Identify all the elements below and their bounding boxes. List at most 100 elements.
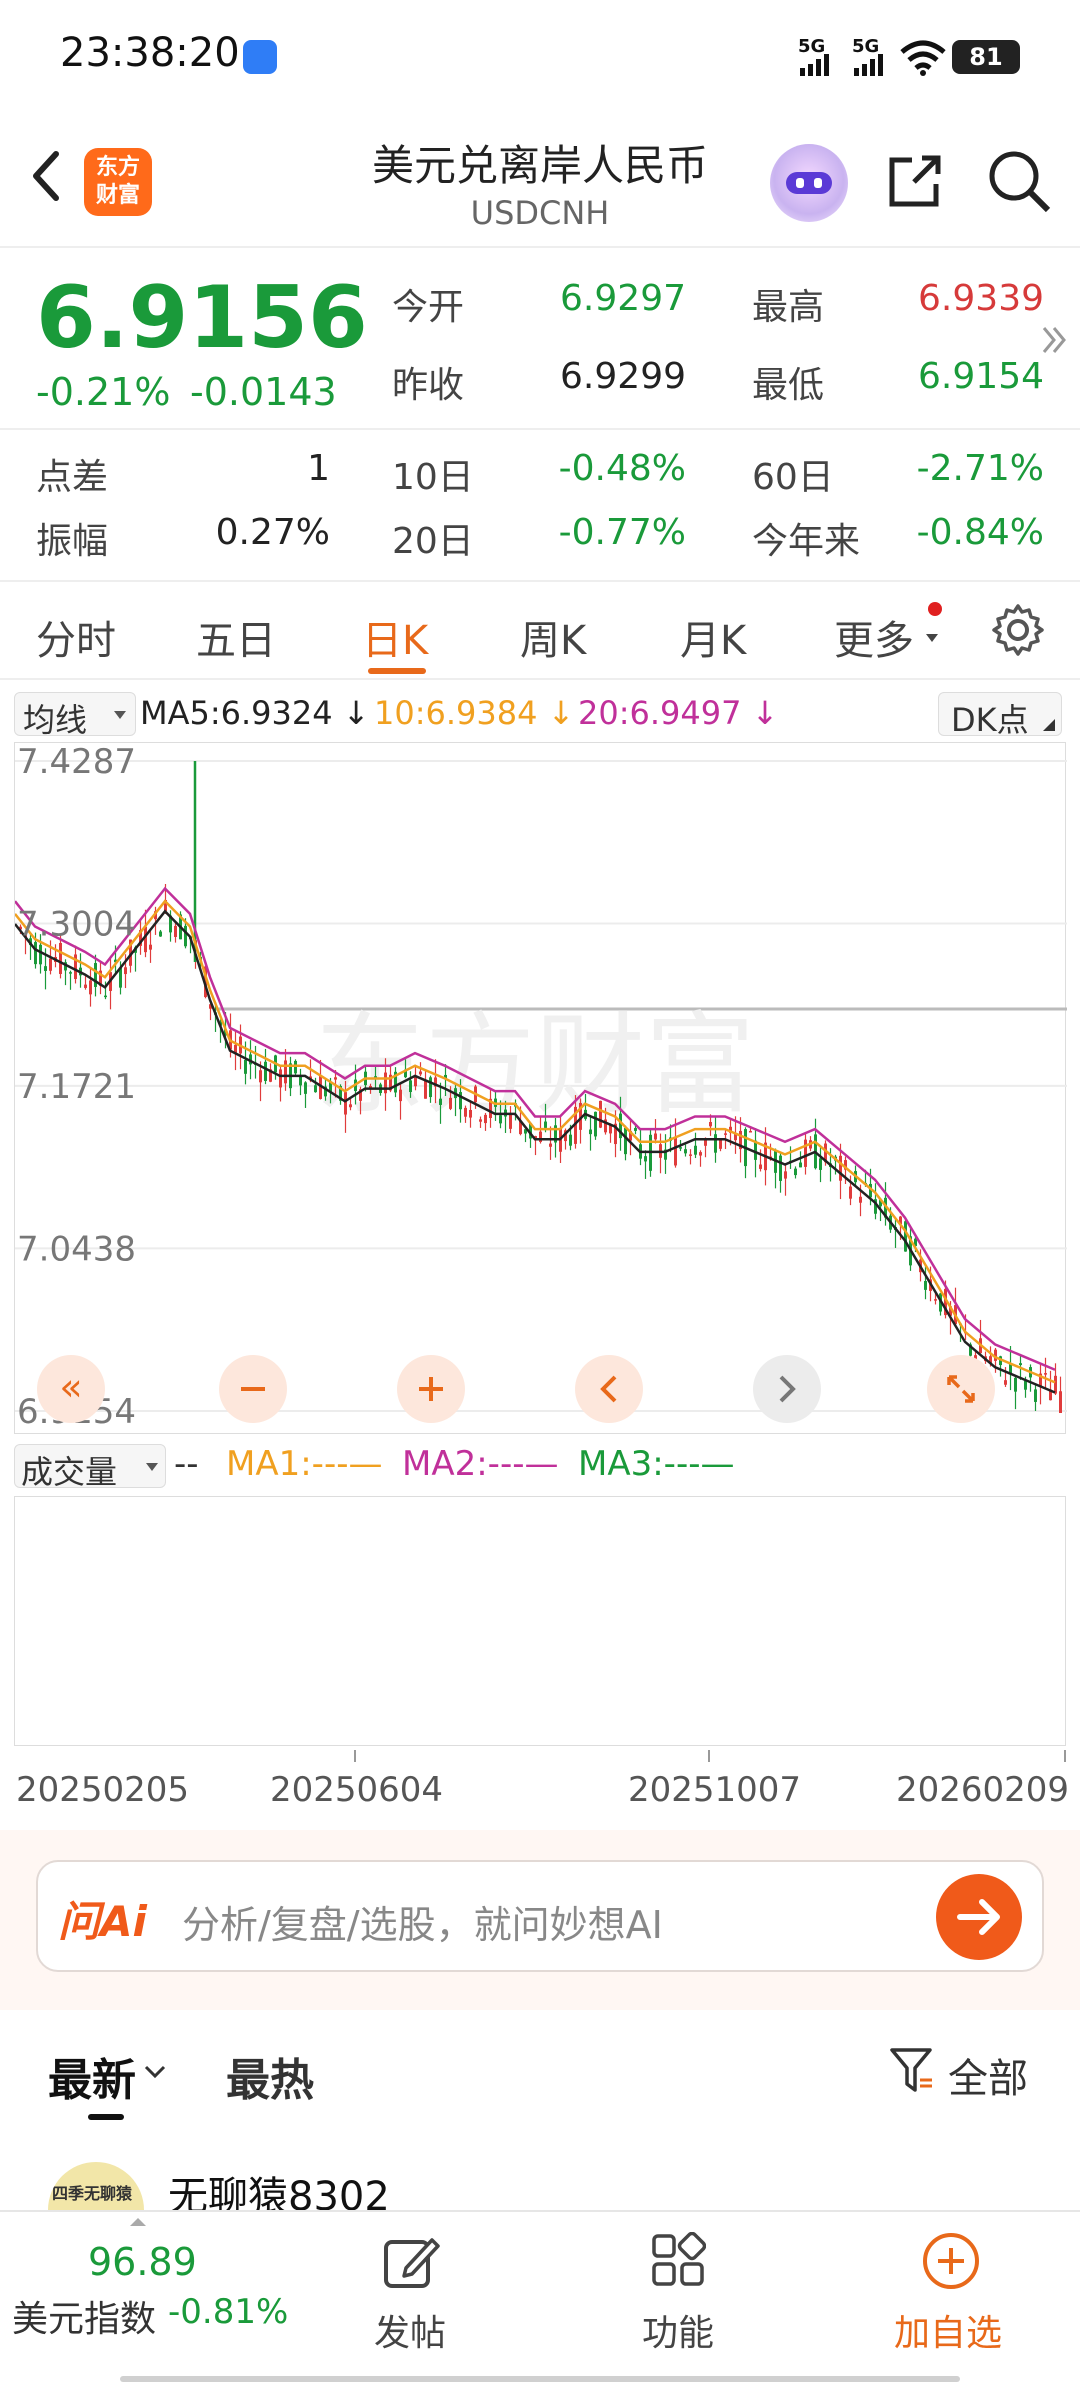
- candle-body: [779, 1155, 782, 1181]
- tab-timeshare[interactable]: 分时: [36, 608, 116, 666]
- candle-body: [89, 980, 92, 995]
- candle-body: [1004, 1380, 1007, 1385]
- index-value: 96.89: [88, 2240, 197, 2284]
- candle-body: [469, 1109, 472, 1118]
- expand-right-icon[interactable]: [1040, 322, 1070, 358]
- header-bar: 东方 财富 美元兑离岸人民币 USDCNH: [0, 110, 1080, 248]
- search-icon[interactable]: [986, 148, 1052, 214]
- candle-body: [429, 1077, 432, 1098]
- 60d-value: -2.71%: [916, 448, 1044, 489]
- settings-gear-icon[interactable]: [990, 602, 1046, 658]
- filter-icon[interactable]: [888, 2046, 934, 2096]
- candle-body: [149, 944, 152, 950]
- change-value: -0.0143: [190, 370, 337, 414]
- candle-body: [1059, 1391, 1062, 1414]
- date-axis: 20250205 20250604 20251007 20260209: [0, 1750, 1080, 1830]
- vol-ma3: MA3:---—: [578, 1444, 735, 1484]
- change-percent: -0.21%: [36, 370, 171, 414]
- candle-body: [294, 1060, 297, 1074]
- scroll-right-button[interactable]: [753, 1355, 821, 1423]
- dk-point-button[interactable]: DK点: [938, 692, 1062, 739]
- tab-weekly-k[interactable]: 周K: [520, 608, 586, 666]
- dollar-index-ticker[interactable]: 96.89 美元指数 -0.81%: [0, 2212, 288, 2390]
- add-watchlist-label: 加自选: [894, 2313, 1003, 2354]
- candle-body: [44, 966, 47, 971]
- candle-body: [544, 1121, 547, 1128]
- candle-body: [284, 1060, 287, 1084]
- spread-label: 点差: [36, 457, 109, 498]
- ai-assistant-avatar[interactable]: [770, 144, 848, 222]
- scroll-left-button[interactable]: [575, 1355, 643, 1423]
- candle-body: [859, 1196, 862, 1203]
- 10d-label: 10日: [392, 457, 474, 498]
- date-label: 20260209: [896, 1770, 1070, 1810]
- candle-body: [749, 1131, 752, 1133]
- tab-daily-k[interactable]: 日K: [362, 608, 428, 666]
- quote-panel: 6.9156 -0.21% -0.0143 今开 6.9297 最高 6.933…: [0, 250, 1080, 580]
- share-icon[interactable]: [884, 150, 946, 212]
- ma10-value: 10:6.9384 ↓: [374, 694, 575, 732]
- volume-chart[interactable]: [14, 1496, 1066, 1746]
- ai-submit-button[interactable]: [936, 1874, 1022, 1960]
- 20d-label: 20日: [392, 521, 474, 562]
- date-label: 20251007: [628, 1770, 802, 1810]
- candle-body: [384, 1072, 387, 1094]
- ai-logo: 问Ai: [58, 1897, 147, 1946]
- candle-body: [934, 1299, 937, 1301]
- ma20-value: 20:6.9497 ↓: [578, 694, 779, 732]
- post-button[interactable]: 发帖: [350, 2212, 470, 2390]
- candle-body: [84, 984, 87, 988]
- tab-5day[interactable]: 五日: [196, 608, 276, 666]
- date-label: 20250205: [16, 1770, 190, 1810]
- candle-body: [794, 1168, 797, 1176]
- edit-icon: [384, 2238, 440, 2288]
- volume-dropdown[interactable]: 成交量: [14, 1444, 166, 1491]
- candle-body: [334, 1077, 337, 1080]
- scroll-start-button[interactable]: «: [37, 1355, 105, 1423]
- dk-point-label: DK点: [951, 701, 1029, 739]
- 60d-label: 60日: [752, 457, 834, 498]
- kline-chart[interactable]: 东方财富 7.42877.30047.17217.04386.9154 «: [14, 742, 1067, 1434]
- ai-search-section: 问Ai 分析/复盘/选股，就问妙想AI: [0, 1830, 1080, 2010]
- period-tabs: 分时 五日 日K 周K 月K 更多: [0, 580, 1080, 680]
- plus-circle-icon: [923, 2233, 979, 2289]
- ai-search-input[interactable]: 问Ai 分析/复盘/选股，就问妙想AI: [36, 1860, 1044, 1972]
- date-label: 20250604: [270, 1770, 444, 1810]
- filter-label[interactable]: 全部: [948, 2046, 1028, 2104]
- zoom-out-button[interactable]: [219, 1355, 287, 1423]
- index-change: -0.81%: [168, 2292, 289, 2332]
- candle-body: [304, 1082, 307, 1094]
- ma5-value: MA5:6.9324 ↓: [140, 694, 370, 732]
- minus-icon: [241, 1387, 265, 1391]
- prev-close-value: 6.9299: [560, 356, 686, 397]
- active-tab-indicator: [368, 668, 426, 674]
- chevron-right-icon: [779, 1375, 796, 1403]
- functions-button[interactable]: 功能: [618, 2212, 738, 2390]
- 10d-value: -0.48%: [558, 448, 686, 489]
- prev-close-label: 昨收: [392, 365, 465, 406]
- notification-dot: [928, 602, 942, 616]
- tab-more[interactable]: 更多: [834, 608, 914, 666]
- fullscreen-button[interactable]: [927, 1355, 995, 1423]
- 20d-value: -0.77%: [558, 512, 686, 553]
- app-notification-icon: [243, 40, 277, 74]
- candle-body: [344, 1092, 347, 1115]
- candle-body: [174, 925, 177, 937]
- candle-body: [594, 1111, 597, 1137]
- tab-hot[interactable]: 最热: [226, 2044, 314, 2108]
- kline-svg: 东方财富 7.42877.30047.17217.04386.9154: [15, 743, 1067, 1432]
- tab-monthly-k[interactable]: 月K: [680, 608, 746, 666]
- tab-latest[interactable]: 最新: [48, 2044, 136, 2108]
- ma-dropdown[interactable]: 均线: [14, 692, 136, 739]
- vol-ma2: MA2:---—: [402, 1444, 559, 1484]
- candle-body: [439, 1098, 442, 1105]
- functions-label: 功能: [642, 2313, 715, 2354]
- candle-body: [69, 972, 72, 974]
- candle-body: [369, 1086, 372, 1088]
- candle-body: [644, 1156, 647, 1162]
- community-feed: 最新 最热 全部 四季无聊猿 无聊猿8302: [0, 2010, 1080, 2220]
- zoom-in-button[interactable]: [397, 1355, 465, 1423]
- candle-body: [719, 1139, 722, 1149]
- candle-body: [699, 1152, 702, 1156]
- add-watchlist-button[interactable]: 加自选: [872, 2212, 1032, 2390]
